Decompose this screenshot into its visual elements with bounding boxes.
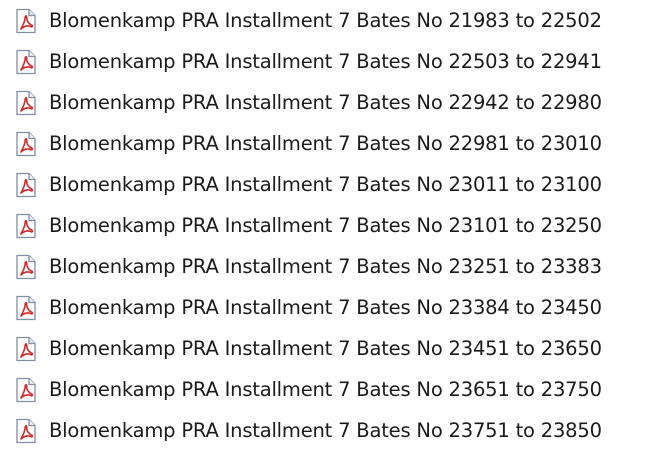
file-name: Blomenkamp PRA Installment 7 Bates No 23…	[49, 255, 602, 278]
file-row[interactable]: Blomenkamp PRA Installment 7 Bates No 21…	[0, 0, 648, 42]
pdf-file-icon	[14, 90, 38, 116]
file-row[interactable]: Blomenkamp PRA Installment 7 Bates No 23…	[0, 164, 648, 206]
file-name: Blomenkamp PRA Installment 7 Bates No 22…	[49, 50, 602, 73]
file-row[interactable]: Blomenkamp PRA Installment 7 Bates No 22…	[0, 41, 648, 83]
pdf-file-icon	[14, 213, 38, 239]
file-row[interactable]: Blomenkamp PRA Installment 7 Bates No 23…	[0, 369, 648, 411]
file-row[interactable]: Blomenkamp PRA Installment 7 Bates No 23…	[0, 205, 648, 247]
file-row[interactable]: Blomenkamp PRA Installment 7 Bates No 23…	[0, 246, 648, 288]
file-name: Blomenkamp PRA Installment 7 Bates No 21…	[49, 9, 602, 32]
file-row[interactable]: Blomenkamp PRA Installment 7 Bates No 23…	[0, 328, 648, 370]
pdf-file-icon	[14, 418, 38, 444]
pdf-file-icon	[14, 377, 38, 403]
pdf-file-icon	[14, 254, 38, 280]
file-name: Blomenkamp PRA Installment 7 Bates No 23…	[49, 378, 602, 401]
pdf-file-icon	[14, 295, 38, 321]
pdf-file-icon	[14, 131, 38, 157]
file-name: Blomenkamp PRA Installment 7 Bates No 23…	[49, 419, 602, 442]
pdf-file-icon	[14, 49, 38, 75]
file-row[interactable]: Blomenkamp PRA Installment 7 Bates No 22…	[0, 123, 648, 165]
file-row[interactable]: Blomenkamp PRA Installment 7 Bates No 23…	[0, 287, 648, 329]
file-name: Blomenkamp PRA Installment 7 Bates No 23…	[49, 296, 602, 319]
file-row[interactable]: Blomenkamp PRA Installment 7 Bates No 23…	[0, 410, 648, 452]
file-row[interactable]: Blomenkamp PRA Installment 7 Bates No 22…	[0, 82, 648, 124]
pdf-file-icon	[14, 172, 38, 198]
file-name: Blomenkamp PRA Installment 7 Bates No 23…	[49, 337, 602, 360]
file-name: Blomenkamp PRA Installment 7 Bates No 22…	[49, 91, 602, 114]
file-list: Blomenkamp PRA Installment 7 Bates No 21…	[0, 0, 648, 457]
file-name: Blomenkamp PRA Installment 7 Bates No 22…	[49, 132, 602, 155]
pdf-file-icon	[14, 8, 38, 34]
pdf-file-icon	[14, 336, 38, 362]
file-name: Blomenkamp PRA Installment 7 Bates No 23…	[49, 214, 602, 237]
file-name: Blomenkamp PRA Installment 7 Bates No 23…	[49, 173, 602, 196]
